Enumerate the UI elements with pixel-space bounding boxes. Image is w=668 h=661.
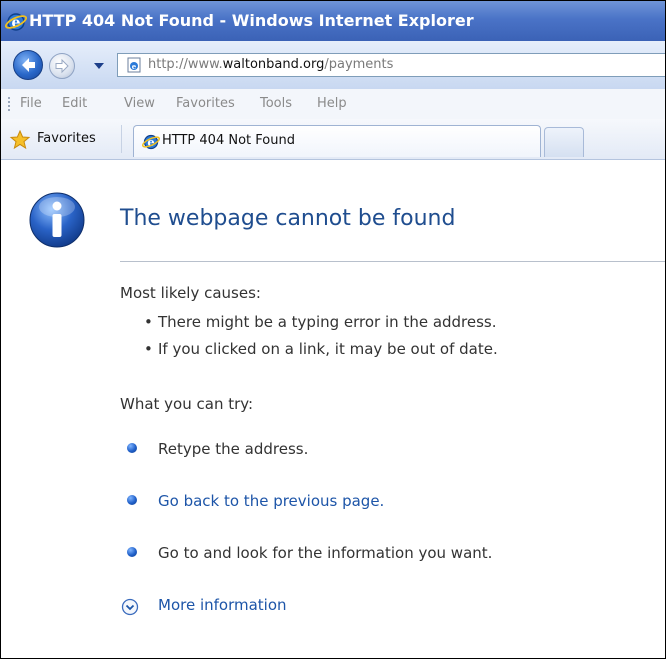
dropdown-arrow-icon[interactable]: [94, 63, 104, 69]
url-path: /payments: [324, 57, 394, 72]
page-title: The webpage cannot be found: [120, 206, 456, 231]
address-field[interactable]: e http://www.waltonband.org/payments: [117, 53, 665, 77]
bullet-icon: [127, 495, 137, 505]
url-prefix: http://www.: [148, 57, 223, 72]
expand-chevron-icon[interactable]: [121, 598, 139, 616]
go-back-link[interactable]: Go back to the previous page.: [158, 492, 384, 510]
forward-button[interactable]: [49, 53, 75, 79]
tab-active[interactable]: e HTTP 404 Not Found: [133, 125, 541, 157]
favorites-label: Favorites: [37, 131, 96, 146]
new-tab-button[interactable]: [544, 127, 584, 157]
back-arrow-icon: [22, 58, 35, 72]
cause-text: If you clicked on a link, it may be out …: [158, 340, 498, 358]
navigation-bar: e http://www.waltonband.org/payments: [1, 41, 665, 90]
svg-text:e: e: [132, 62, 137, 71]
browser-window: e HTTP 404 Not Found - Windows Internet …: [0, 0, 666, 659]
menu-view[interactable]: View: [124, 89, 155, 119]
menu-favorites[interactable]: Favorites: [176, 89, 235, 119]
page-icon: e: [126, 57, 142, 77]
cause-text: There might be a typing error in the add…: [158, 313, 497, 331]
back-button[interactable]: [13, 50, 43, 80]
page-content: The webpage cannot be found Most likely …: [1, 160, 665, 658]
menu-file[interactable]: File: [20, 89, 42, 119]
window-title: HTTP 404 Not Found - Windows Internet Ex…: [29, 11, 474, 30]
try-heading: What you can try:: [120, 395, 254, 413]
ie-icon: e: [4, 8, 28, 41]
url-text: http://www.waltonband.org/payments: [148, 54, 393, 76]
bullet-icon: [127, 547, 137, 557]
ie-icon: e: [141, 133, 161, 155]
menu-help[interactable]: Help: [317, 89, 347, 119]
bullet-icon: •: [144, 313, 153, 331]
list-item: • If you clicked on a link, it may be ou…: [144, 340, 498, 358]
divider: [120, 261, 665, 262]
favorites-bar: Favorites e HTTP 404 Not Found: [1, 119, 665, 160]
toolbar-grip[interactable]: [8, 97, 12, 111]
bullet-icon: •: [144, 340, 153, 358]
tab-label: HTTP 404 Not Found: [162, 133, 295, 148]
bullet-icon: [127, 443, 137, 453]
url-domain: waltonband.org: [222, 57, 325, 72]
menu-edit[interactable]: Edit: [62, 89, 87, 119]
menu-bar: File Edit View Favorites Tools Help: [1, 89, 665, 120]
info-icon: [29, 192, 85, 248]
title-bar[interactable]: e HTTP 404 Not Found - Windows Internet …: [1, 1, 665, 41]
more-information-link[interactable]: More information: [158, 596, 287, 614]
separator: [121, 125, 122, 153]
menu-tools[interactable]: Tools: [260, 89, 292, 119]
forward-arrow-icon: [55, 58, 69, 74]
go-to-text: Go to and look for the information you w…: [158, 544, 493, 562]
list-item: • There might be a typing error in the a…: [144, 313, 497, 331]
causes-heading: Most likely causes:: [120, 284, 261, 302]
retype-text: Retype the address.: [158, 440, 309, 458]
star-icon: [9, 129, 31, 154]
